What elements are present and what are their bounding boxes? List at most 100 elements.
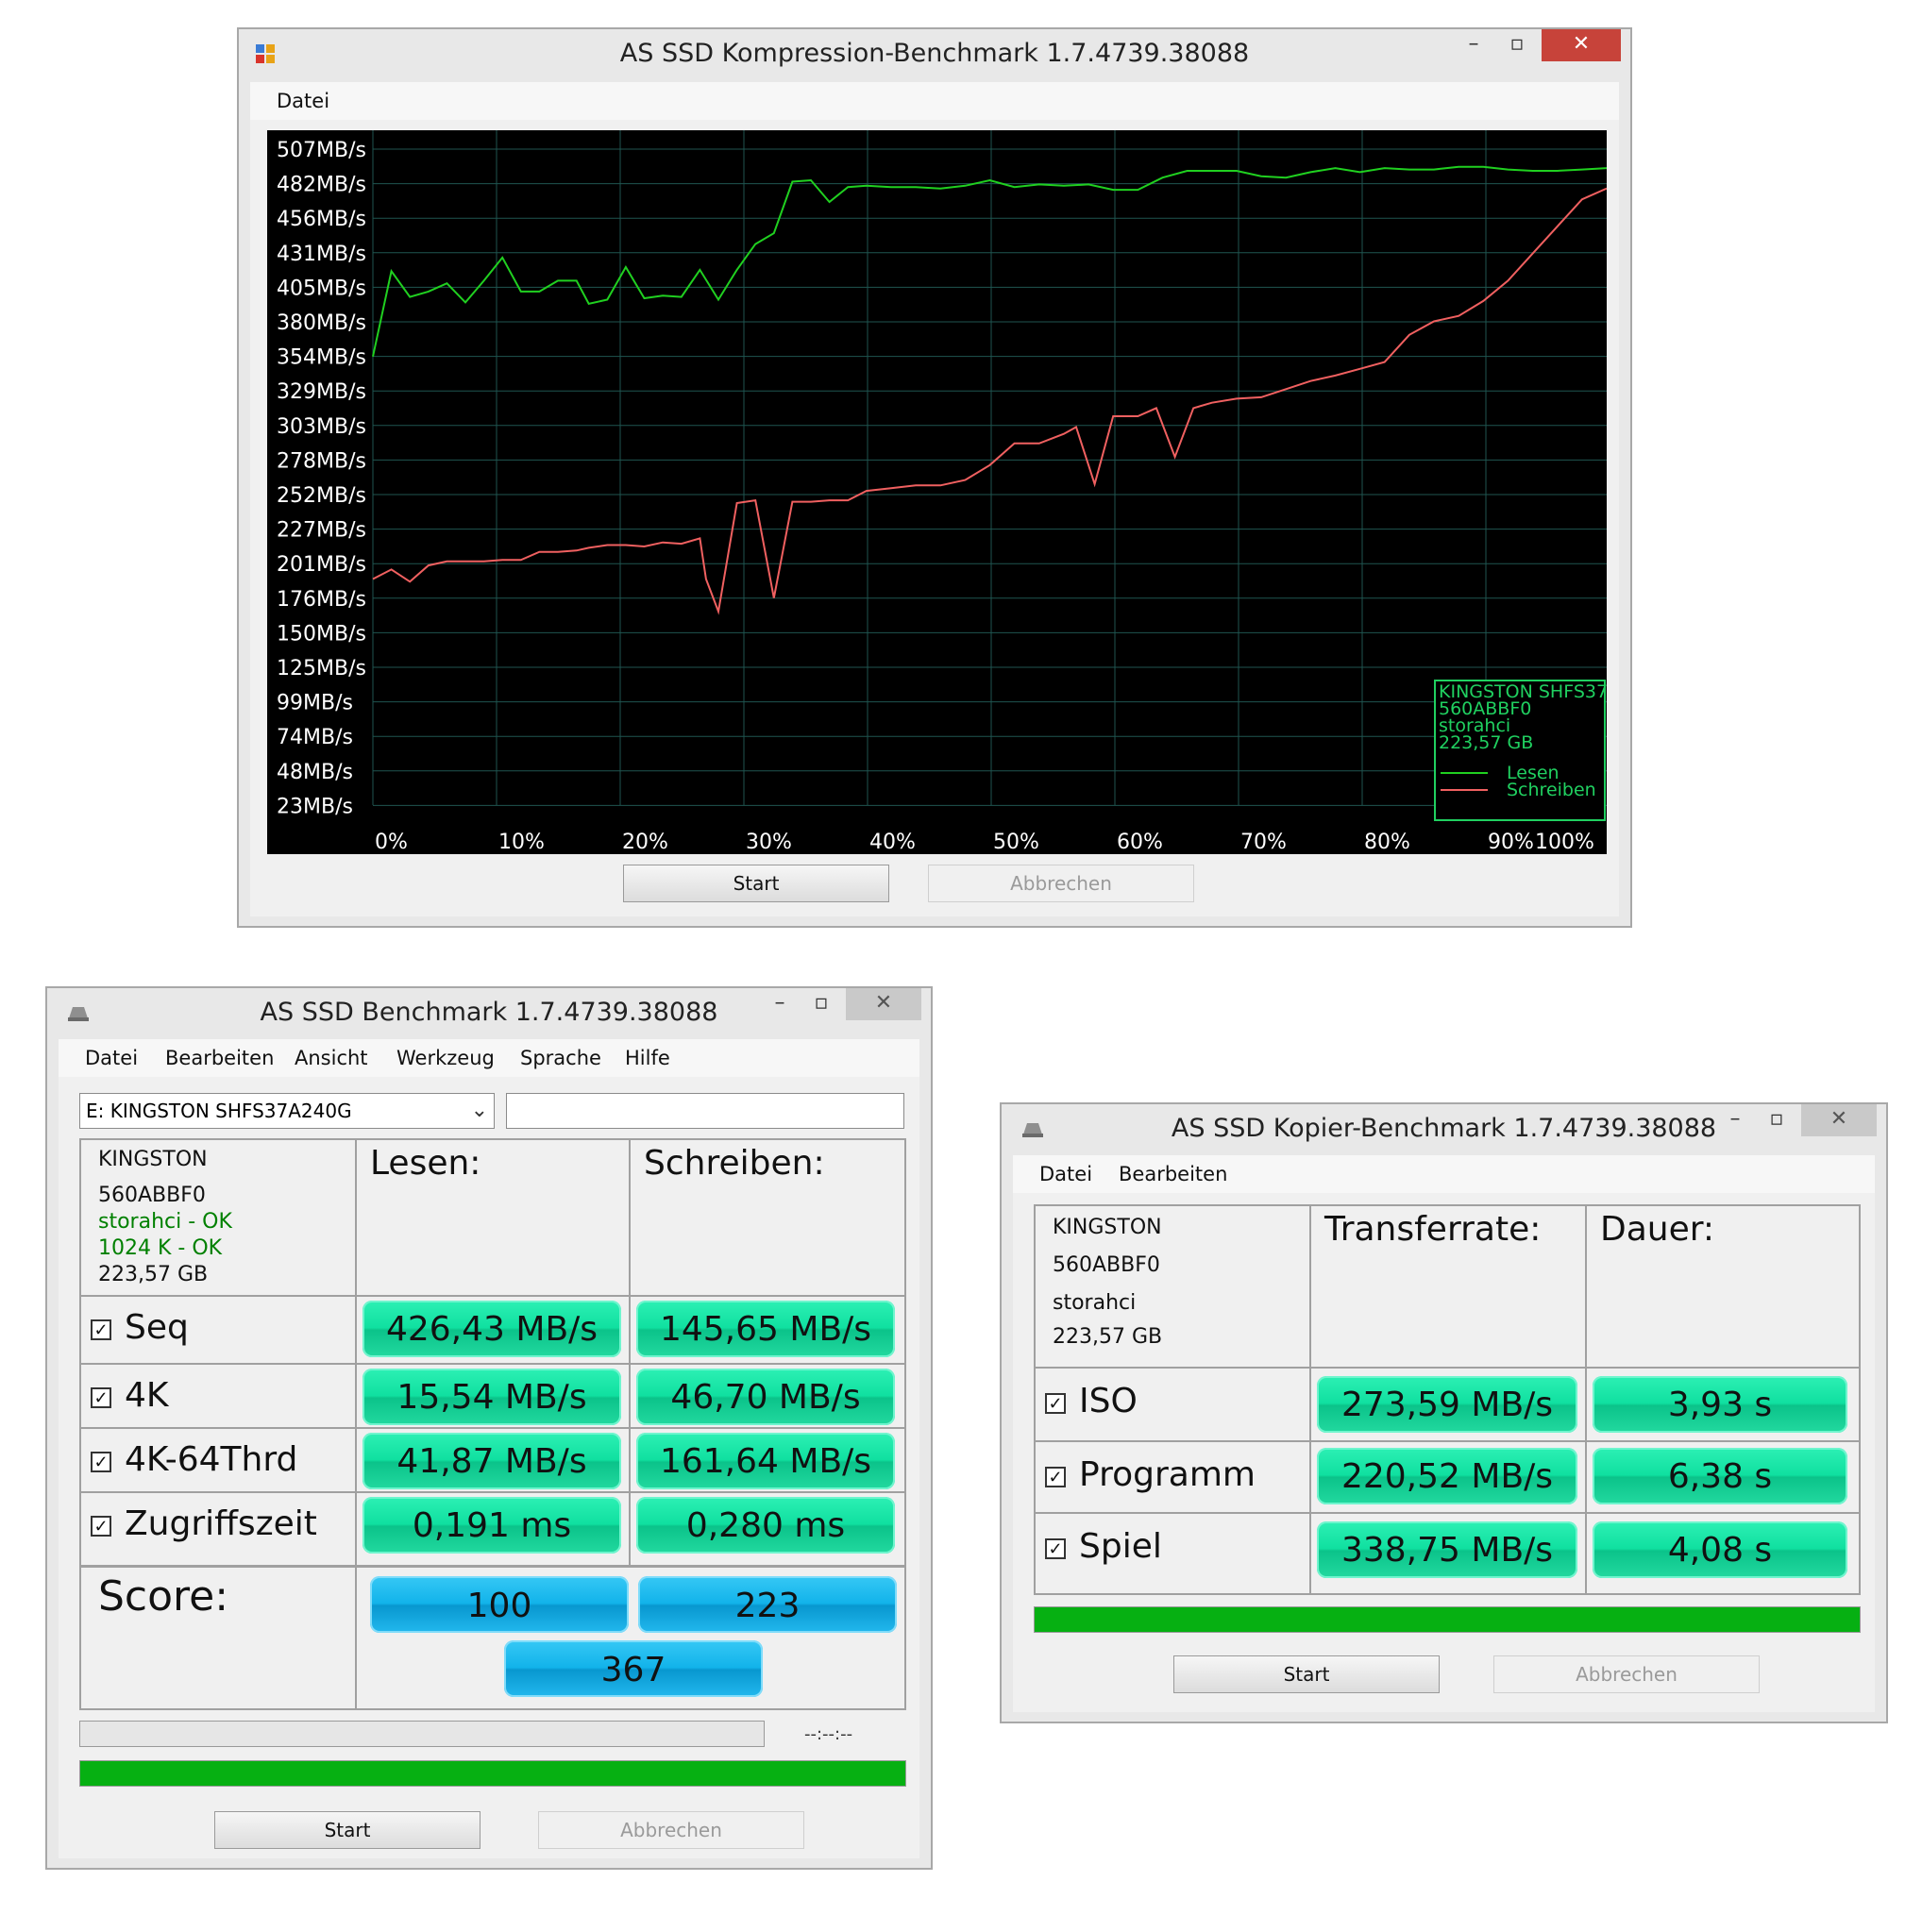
menu-bearbeiten[interactable]: Bearbeiten [1119,1163,1227,1185]
chevron-down-icon[interactable]: ⌄ [471,1098,488,1122]
y-tick-label: 431MB/s [277,243,366,266]
x-tick-label: 80% [1364,831,1410,854]
maximize-icon[interactable]: ▫ [1758,1104,1796,1136]
seq-read-value: 426,43 MB/s [362,1301,621,1357]
menu-bearbeiten[interactable]: Bearbeiten [165,1047,274,1069]
y-tick-label: 456MB/s [277,208,366,231]
alignment-status: 1024 K - OK [98,1236,223,1260]
score-label: Score: [98,1572,229,1621]
menu-ansicht[interactable]: Ansicht [295,1047,368,1069]
compression-window: AS SSD Kompression-Benchmark 1.7.4739.38… [237,27,1632,928]
elapsed-time: --:--:-- [804,1724,853,1744]
legend-size: 223,57 GB [1439,732,1533,753]
drive-size: 223,57 GB [98,1263,209,1286]
y-tick-label: 482MB/s [277,174,366,197]
x-tick-label: 60% [1117,831,1163,854]
title-bar[interactable]: AS SSD Kopier-Benchmark 1.7.4739.38088 –… [1002,1104,1886,1155]
drive-select[interactable]: E: KINGSTON SHFS37A240G ⌄ [79,1093,495,1129]
start-button[interactable]: Start [214,1811,480,1849]
score-total: 367 [504,1640,763,1697]
4k64-checkbox[interactable]: ✓ [91,1452,111,1472]
x-tick-label: 30% [746,831,792,854]
menu-bar: Datei Bearbeiten Ansicht Werkzeug Sprach… [59,1039,919,1077]
cancel-button[interactable]: Abbrechen [1493,1655,1760,1693]
menu-bar: Datei [250,82,1619,120]
seq-checkbox[interactable]: ✓ [91,1319,111,1340]
start-button[interactable]: Start [623,865,889,902]
title-bar[interactable]: AS SSD Kompression-Benchmark 1.7.4739.38… [239,29,1630,80]
x-tick-label: 20% [622,831,668,854]
y-tick-label: 405MB/s [277,277,366,300]
header-transfer-rate: Transferrate: [1324,1210,1542,1249]
legend-write-label: Schreiben [1507,780,1596,800]
y-tick-label: 150MB/s [277,622,366,646]
driver-status: storahci - OK [98,1210,232,1234]
minimize-icon[interactable]: – [1455,29,1492,61]
y-tick-label: 74MB/s [277,726,353,749]
header-write: Schreiben: [644,1144,825,1183]
game-checkbox[interactable]: ✓ [1045,1538,1066,1559]
x-tick-label: 40% [869,831,916,854]
title-bar[interactable]: AS SSD Benchmark 1.7.4739.38088 – ▫ ✕ [47,988,931,1039]
row-label-access: Zugriffszeit [125,1504,317,1543]
menu-datei[interactable]: Datei [85,1047,138,1069]
game-rate-value: 338,75 MB/s [1317,1521,1577,1578]
menu-werkzeug[interactable]: Werkzeug [396,1047,495,1069]
y-tick-label: 48MB/s [277,761,353,784]
drive-select-value: E: KINGSTON SHFS37A240G [86,1100,352,1122]
cancel-button[interactable]: Abbrechen [928,865,1194,902]
window-title: AS SSD Kompression-Benchmark 1.7.4739.38… [619,39,1250,68]
4k-write-value: 46,70 MB/s [636,1369,895,1425]
client-area: Datei Bearbeiten Ansicht Werkzeug Sprach… [59,1039,919,1858]
y-tick-label: 125MB/s [277,657,366,680]
y-tick-label: 252MB/s [277,484,366,508]
x-tick-label: 50% [993,831,1039,854]
close-icon[interactable]: ✕ [1542,29,1621,61]
score-read: 100 [370,1576,629,1633]
seq-write-value: 145,65 MB/s [636,1301,895,1357]
driver-name: storahci [1053,1291,1137,1315]
row-label-4k64: 4K-64Thrd [125,1440,298,1479]
row-label-4k: 4K [125,1376,169,1415]
menu-sprache[interactable]: Sprache [520,1047,601,1069]
results-panel: KINGSTON 560ABBF0 storahci - OK 1024 K -… [79,1138,906,1710]
overall-progress-bar [79,1760,906,1787]
x-tick-label: 10% [498,831,545,854]
header-read: Lesen: [370,1144,481,1183]
4k-checkbox[interactable]: ✓ [91,1387,111,1408]
copy-results-panel: KINGSTON 560ABBF0 storahci 223,57 GB Tra… [1034,1204,1861,1595]
close-icon[interactable]: ✕ [1801,1104,1877,1136]
maximize-icon[interactable]: ▫ [1498,29,1536,61]
y-tick-label: 303MB/s [277,415,366,439]
y-tick-label: 227MB/s [277,519,366,543]
minimize-icon[interactable]: – [1716,1104,1754,1136]
menu-datei[interactable]: Datei [277,90,329,112]
menu-bar: Datei Bearbeiten [1013,1155,1875,1193]
y-tick-label: 278MB/s [277,449,366,473]
program-checkbox[interactable]: ✓ [1045,1467,1066,1487]
x-tick-label: 70% [1240,831,1287,854]
menu-datei[interactable]: Datei [1039,1163,1092,1185]
copy-benchmark-window: AS SSD Kopier-Benchmark 1.7.4739.38088 –… [1000,1102,1888,1723]
4k-read-value: 15,54 MB/s [362,1369,621,1425]
iso-checkbox[interactable]: ✓ [1045,1393,1066,1414]
minimize-icon[interactable]: – [761,988,799,1020]
access-write-value: 0,280 ms [636,1497,895,1554]
drive-model: KINGSTON [98,1148,208,1171]
4k64-write-value: 161,64 MB/s [636,1433,895,1489]
4k64-read-value: 41,87 MB/s [362,1433,621,1489]
copy-progress-bar [1034,1606,1861,1633]
access-checkbox[interactable]: ✓ [91,1516,111,1537]
cancel-button[interactable]: Abbrechen [538,1811,804,1849]
row-label-game: Spiel [1079,1527,1162,1566]
y-tick-label: 329MB/s [277,380,366,404]
y-tick-label: 380MB/s [277,311,366,335]
close-icon[interactable]: ✕ [846,988,921,1020]
y-tick-label: 201MB/s [277,553,366,577]
score-write: 223 [638,1576,897,1633]
maximize-icon[interactable]: ▫ [802,988,840,1020]
menu-hilfe[interactable]: Hilfe [625,1047,670,1069]
start-button[interactable]: Start [1173,1655,1440,1693]
program-rate-value: 220,52 MB/s [1317,1448,1577,1504]
text-field[interactable] [506,1093,904,1129]
